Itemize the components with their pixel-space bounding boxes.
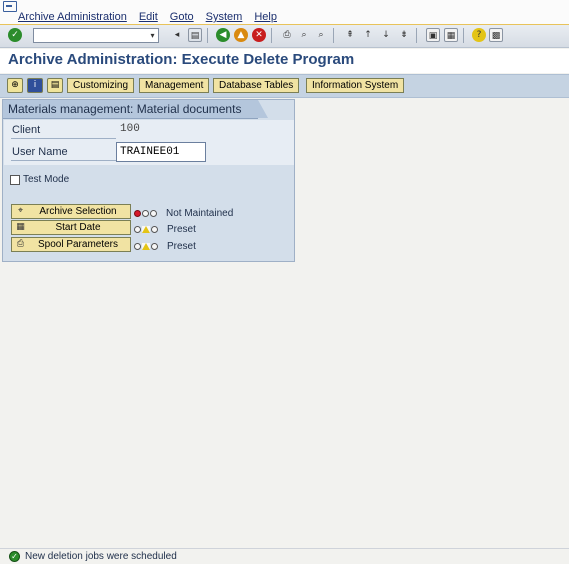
menu-edit[interactable]: Edit xyxy=(139,11,158,23)
archive-selection-status-text: Not Maintained xyxy=(166,208,234,219)
page-title: Archive Administration: Execute Delete P… xyxy=(8,51,355,68)
toolbar-separator xyxy=(333,28,334,43)
test-mode-label: Test Mode xyxy=(23,174,70,185)
client-underline xyxy=(11,138,116,139)
toolbar-separator xyxy=(416,28,417,43)
test-mode-row: Test Mode xyxy=(10,174,69,185)
status-bar: ✓ New deletion jobs were scheduled xyxy=(0,548,569,564)
toolbar-separator xyxy=(463,28,464,43)
client-value: 100 xyxy=(120,123,140,135)
execute-icon[interactable]: ⊕ xyxy=(7,78,23,93)
status-light-off xyxy=(142,210,149,217)
previous-page-icon[interactable]: ↑ xyxy=(361,28,375,42)
last-page-icon[interactable]: ⇟ xyxy=(397,28,411,42)
menu-items: Archive Administration Edit Goto System … xyxy=(18,11,289,23)
print-icon[interactable]: ⎙ xyxy=(280,28,294,42)
layout-menu-icon[interactable]: ▩ xyxy=(489,28,503,42)
calendar-icon: ▦ xyxy=(16,222,25,232)
archive-selection-status: Not Maintained xyxy=(134,208,233,219)
status-light-off xyxy=(134,226,141,233)
new-session-icon[interactable]: ▣ xyxy=(426,28,440,42)
standard-toolbar: ✓ ▾ ◂ ▤ ◀ ▲ ✕ ⎙ ⌕ ⌕ ⇞ ↑ ↓ ⇟ ▣ ▦ ? ▩ xyxy=(0,25,569,48)
management-button[interactable]: Management xyxy=(139,78,210,93)
command-field[interactable]: ▾ xyxy=(33,28,159,43)
menu-goto[interactable]: Goto xyxy=(170,11,194,23)
status-light-yellow xyxy=(142,226,150,233)
delete-program-panel: Materials management: Material documents… xyxy=(2,99,295,262)
printer-icon: ⎙ xyxy=(16,239,25,249)
title-bar: Archive Administration: Execute Delete P… xyxy=(0,49,569,73)
back-small-icon[interactable]: ◂ xyxy=(170,28,184,42)
find-icon[interactable]: ⌕ xyxy=(297,28,311,42)
database-tables-button[interactable]: Database Tables xyxy=(213,78,300,93)
start-date-button[interactable]: ▦ Start Date xyxy=(11,220,131,235)
start-date-status: Preset xyxy=(134,224,196,235)
cancel-icon[interactable]: ✕ xyxy=(252,28,266,42)
menu-bar: Archive Administration Edit Goto System … xyxy=(0,0,569,25)
status-light-off xyxy=(151,226,158,233)
menu-archive-administration[interactable]: Archive Administration xyxy=(18,11,127,23)
application-toolbar: ⊕ i ▤ Customizing Management Database Ta… xyxy=(0,74,569,98)
user-name-input[interactable] xyxy=(116,142,206,162)
menu-system[interactable]: System xyxy=(206,11,243,23)
panel-title: Materials management: Material documents xyxy=(8,102,242,116)
shortcut-icon[interactable]: ▦ xyxy=(444,28,458,42)
info-icon[interactable]: i xyxy=(27,78,43,93)
menu-help[interactable]: Help xyxy=(254,11,277,23)
test-mode-checkbox[interactable] xyxy=(10,174,20,185)
customizing-button[interactable]: Customizing xyxy=(67,78,135,93)
exit-icon[interactable]: ▲ xyxy=(234,28,248,42)
enter-icon[interactable]: ✓ xyxy=(8,28,22,42)
first-page-icon[interactable]: ⇞ xyxy=(343,28,357,42)
start-date-status-text: Preset xyxy=(167,224,196,235)
user-name-underline xyxy=(11,160,116,161)
status-light-red xyxy=(134,210,141,217)
job-overview-icon[interactable]: ▤ xyxy=(47,78,63,93)
status-light-yellow xyxy=(142,243,150,250)
spool-parameters-status: Preset xyxy=(134,241,196,252)
sap-menu-icon[interactable] xyxy=(3,1,17,12)
panel-header: Materials management: Material documents xyxy=(3,100,268,119)
dropdown-icon[interactable]: ▾ xyxy=(148,30,157,41)
selection-icon: ⌖ xyxy=(17,206,24,216)
status-light-off xyxy=(134,243,141,250)
status-light-off xyxy=(150,210,157,217)
status-light-off xyxy=(151,243,158,250)
save-icon[interactable]: ▤ xyxy=(188,28,202,42)
command-input[interactable] xyxy=(34,29,148,42)
help-icon[interactable]: ? xyxy=(472,28,486,42)
status-message[interactable]: New deletion jobs were scheduled xyxy=(25,551,177,562)
information-system-button[interactable]: Information System xyxy=(306,78,405,93)
success-check-icon: ✓ xyxy=(9,551,20,562)
client-label: Client xyxy=(12,124,41,136)
back-icon[interactable]: ◀ xyxy=(216,28,230,42)
toolbar-separator xyxy=(271,28,272,43)
spool-parameters-status-text: Preset xyxy=(167,241,196,252)
toolbar-separator xyxy=(207,28,208,43)
spool-parameters-button[interactable]: ⎙ Spool Parameters xyxy=(11,237,131,252)
archive-selection-button[interactable]: ⌖ Archive Selection xyxy=(11,204,131,219)
find-next-icon[interactable]: ⌕ xyxy=(314,28,328,42)
user-name-label: User Name xyxy=(12,146,68,158)
next-page-icon[interactable]: ↓ xyxy=(379,28,393,42)
